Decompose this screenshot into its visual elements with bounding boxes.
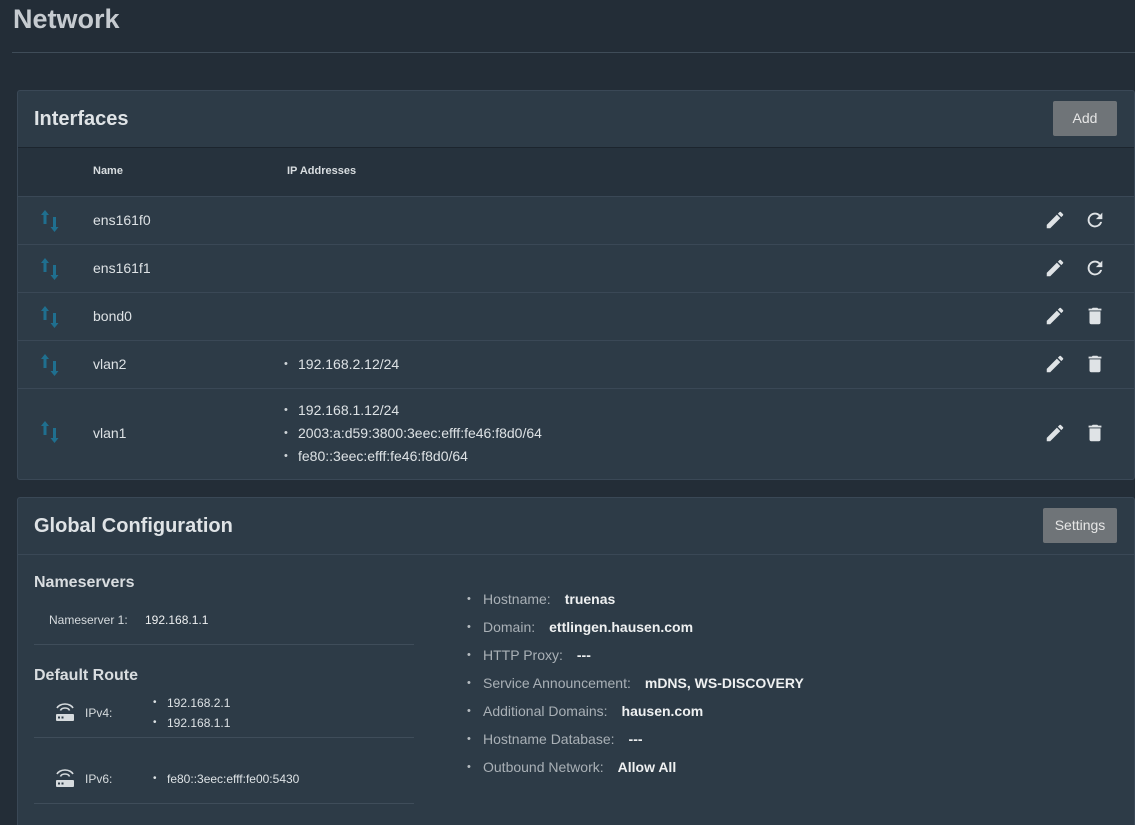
interfaces-title: Interfaces: [34, 108, 129, 130]
trash-icon[interactable]: [1084, 353, 1106, 375]
column-header-name[interactable]: Name: [93, 165, 123, 177]
ipv6-label: IPv6:: [85, 772, 113, 786]
network-interface-icon: [41, 258, 59, 280]
ipv4-route-list: 192.168.2.1 192.168.1.1: [153, 693, 230, 733]
card-header-divider: [18, 554, 1134, 555]
trash-icon[interactable]: [1084, 422, 1106, 444]
ipv6-gateway: fe80::3eec:efff:fe00:5430: [153, 769, 299, 789]
interface-name: bond0: [93, 308, 132, 324]
trash-icon[interactable]: [1084, 305, 1106, 327]
ip-address: 2003:a:d59:3800:3eec:efff:fe46:f8d0/64: [284, 422, 542, 445]
info-item-hostname: Hostname:truenas: [467, 585, 804, 613]
info-item-service-announcement: Service Announcement:mDNS, WS-DISCOVERY: [467, 669, 804, 697]
router-icon: [56, 769, 74, 787]
table-row: vlan1 192.168.1.12/24 2003:a:d59:3800:3e…: [18, 389, 1134, 479]
section-divider: [34, 803, 414, 804]
ipv4-gateway: 192.168.1.1: [153, 713, 230, 733]
table-row: ens161f1: [18, 245, 1134, 293]
edit-icon[interactable]: [1044, 209, 1066, 231]
table-row: ens161f0: [18, 197, 1134, 245]
ip-address: 192.168.2.12/24: [284, 353, 399, 376]
add-interface-button[interactable]: Add: [1053, 101, 1117, 136]
info-item-additional-domains: Additional Domains:hausen.com: [467, 697, 804, 725]
edit-icon[interactable]: [1044, 257, 1066, 279]
ipv4-label: IPv4:: [85, 706, 113, 720]
network-interface-icon: [41, 421, 59, 443]
table-header: Name IP Addresses: [18, 148, 1134, 197]
ip-address-list: 192.168.1.12/24 2003:a:d59:3800:3eec:eff…: [284, 399, 542, 468]
section-divider: [34, 737, 414, 738]
refresh-icon[interactable]: [1084, 257, 1106, 279]
global-configuration-title: Global Configuration: [34, 515, 233, 537]
ipv6-route-list: fe80::3eec:efff:fe00:5430: [153, 769, 299, 789]
nameservers-title: Nameservers: [34, 574, 135, 591]
info-item-http-proxy: HTTP Proxy:---: [467, 641, 804, 669]
info-item-outbound-network: Outbound Network:Allow All: [467, 753, 804, 781]
edit-icon[interactable]: [1044, 305, 1066, 327]
column-header-ip-addresses[interactable]: IP Addresses: [287, 165, 356, 177]
title-divider: [12, 52, 1135, 53]
global-info-list: Hostname:truenas Domain:ettlingen.hausen…: [467, 585, 804, 781]
network-interface-icon: [41, 306, 59, 328]
interfaces-card: Interfaces Add Name IP Addresses ens161f…: [17, 90, 1135, 480]
table-row: vlan2 192.168.2.12/24: [18, 341, 1134, 389]
interface-name: vlan1: [93, 425, 127, 441]
global-configuration-card: Global Configuration Settings Nameserver…: [17, 497, 1135, 825]
table-row: bond0: [18, 293, 1134, 341]
ipv4-gateway: 192.168.2.1: [153, 693, 230, 713]
info-item-domain: Domain:ettlingen.hausen.com: [467, 613, 804, 641]
default-route-title: Default Route: [34, 667, 138, 684]
info-item-hostname-database: Hostname Database:---: [467, 725, 804, 753]
refresh-icon[interactable]: [1084, 209, 1106, 231]
router-icon: [56, 703, 74, 721]
interface-name: ens161f1: [93, 260, 151, 276]
network-interface-icon: [41, 210, 59, 232]
edit-icon[interactable]: [1044, 422, 1066, 444]
interface-name: vlan2: [93, 356, 127, 372]
page-title: Network: [13, 4, 120, 34]
network-interface-icon: [41, 354, 59, 376]
ip-address: 192.168.1.12/24: [284, 399, 542, 422]
nameserver-value: 192.168.1.1: [145, 613, 209, 627]
interface-name: ens161f0: [93, 212, 151, 228]
settings-button[interactable]: Settings: [1043, 508, 1117, 543]
edit-icon[interactable]: [1044, 353, 1066, 375]
ip-address-list: 192.168.2.12/24: [284, 353, 399, 376]
nameserver-label: Nameserver 1:: [49, 613, 128, 627]
section-divider: [34, 644, 414, 645]
ip-address: fe80::3eec:efff:fe46:f8d0/64: [284, 445, 542, 468]
